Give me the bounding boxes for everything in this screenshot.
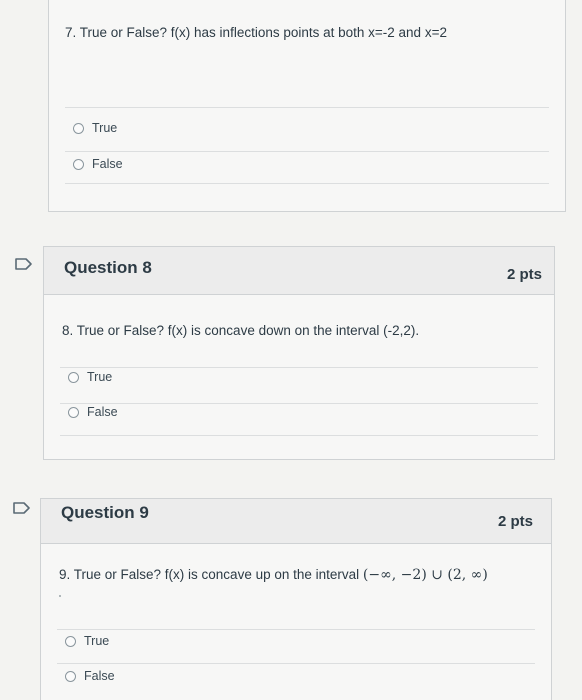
flag-icon[interactable] (14, 257, 34, 271)
answer-label: True (92, 121, 118, 135)
answer-divider (57, 629, 535, 630)
interval-math: (−∞, −2) ∪ (2, ∞) (362, 567, 488, 583)
answer-label: False (87, 405, 118, 419)
stray-dot (59, 595, 61, 597)
question-8-card: Question 8 2 pts 8. True or False? f(x) … (43, 246, 555, 460)
question-7-text: 7. True or False? f(x) has inflections p… (65, 25, 447, 40)
answer-divider (65, 151, 549, 152)
answer-divider (60, 435, 538, 436)
answer-label: False (92, 157, 123, 171)
radio-icon[interactable] (73, 122, 84, 134)
answer-true[interactable]: True (65, 634, 109, 648)
question-9-prefix: 9. True or False? f(x) is concave up on … (59, 567, 360, 582)
answer-divider (65, 183, 549, 184)
quiz-page: 7. True or False? f(x) has inflections p… (0, 0, 582, 700)
answer-false[interactable]: False (73, 157, 123, 171)
answer-label: True (84, 634, 110, 648)
question-9-text: 9. True or False? f(x) is concave up on … (59, 567, 488, 583)
answer-divider (60, 403, 538, 404)
answer-true[interactable]: True (73, 121, 117, 135)
question-8-text: 8. True or False? f(x) is concave down o… (62, 323, 420, 338)
radio-icon[interactable] (65, 635, 76, 647)
answer-false[interactable]: False (68, 405, 118, 419)
answer-true[interactable]: True (68, 370, 112, 384)
answer-label: True (87, 370, 113, 384)
question-7-card: 7. True or False? f(x) has inflections p… (48, 0, 566, 212)
question-title: Question 8 (64, 258, 152, 277)
answer-divider (65, 107, 549, 108)
radio-icon[interactable] (65, 670, 76, 682)
flag-icon[interactable] (12, 501, 32, 515)
answer-label: False (84, 669, 115, 683)
answer-divider (57, 663, 535, 664)
question-points: 2 pts (506, 266, 542, 283)
question-title: Question 9 (61, 503, 149, 522)
question-points: 2 pts (497, 513, 533, 530)
radio-icon[interactable] (68, 371, 79, 383)
answer-divider (60, 367, 538, 368)
radio-icon[interactable] (73, 158, 84, 170)
radio-icon[interactable] (68, 406, 79, 418)
answer-false[interactable]: False (65, 669, 115, 683)
question-9-card: Question 9 2 pts 9. True or False? f(x) … (40, 498, 552, 700)
